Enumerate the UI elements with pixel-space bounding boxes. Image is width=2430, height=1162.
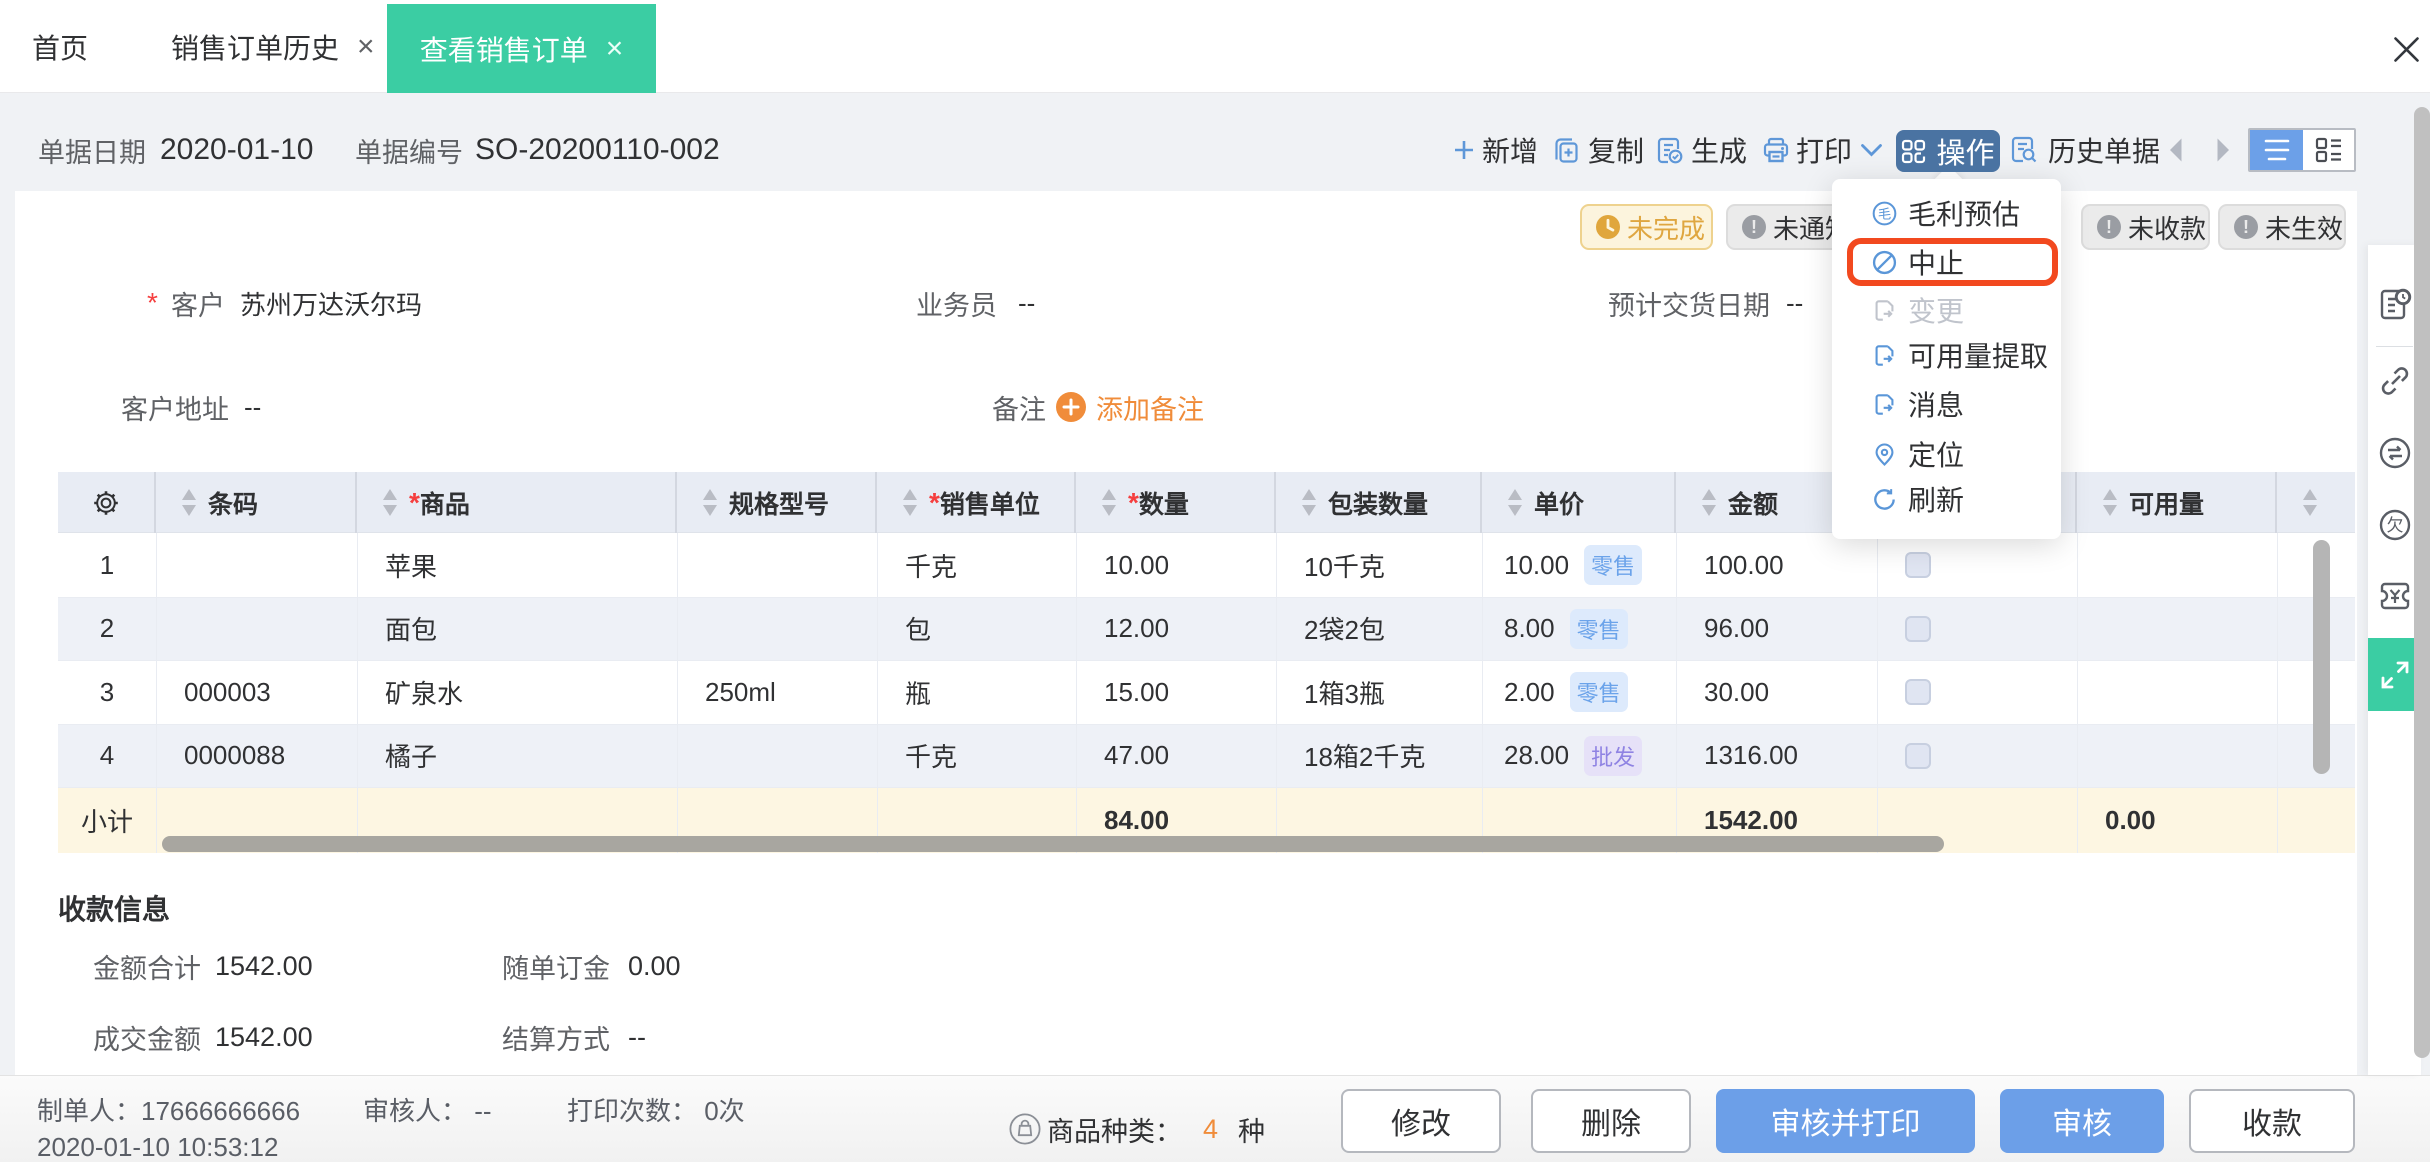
svg-text:毛: 毛: [1878, 206, 1891, 221]
svg-text:欠: 欠: [2387, 516, 2404, 535]
